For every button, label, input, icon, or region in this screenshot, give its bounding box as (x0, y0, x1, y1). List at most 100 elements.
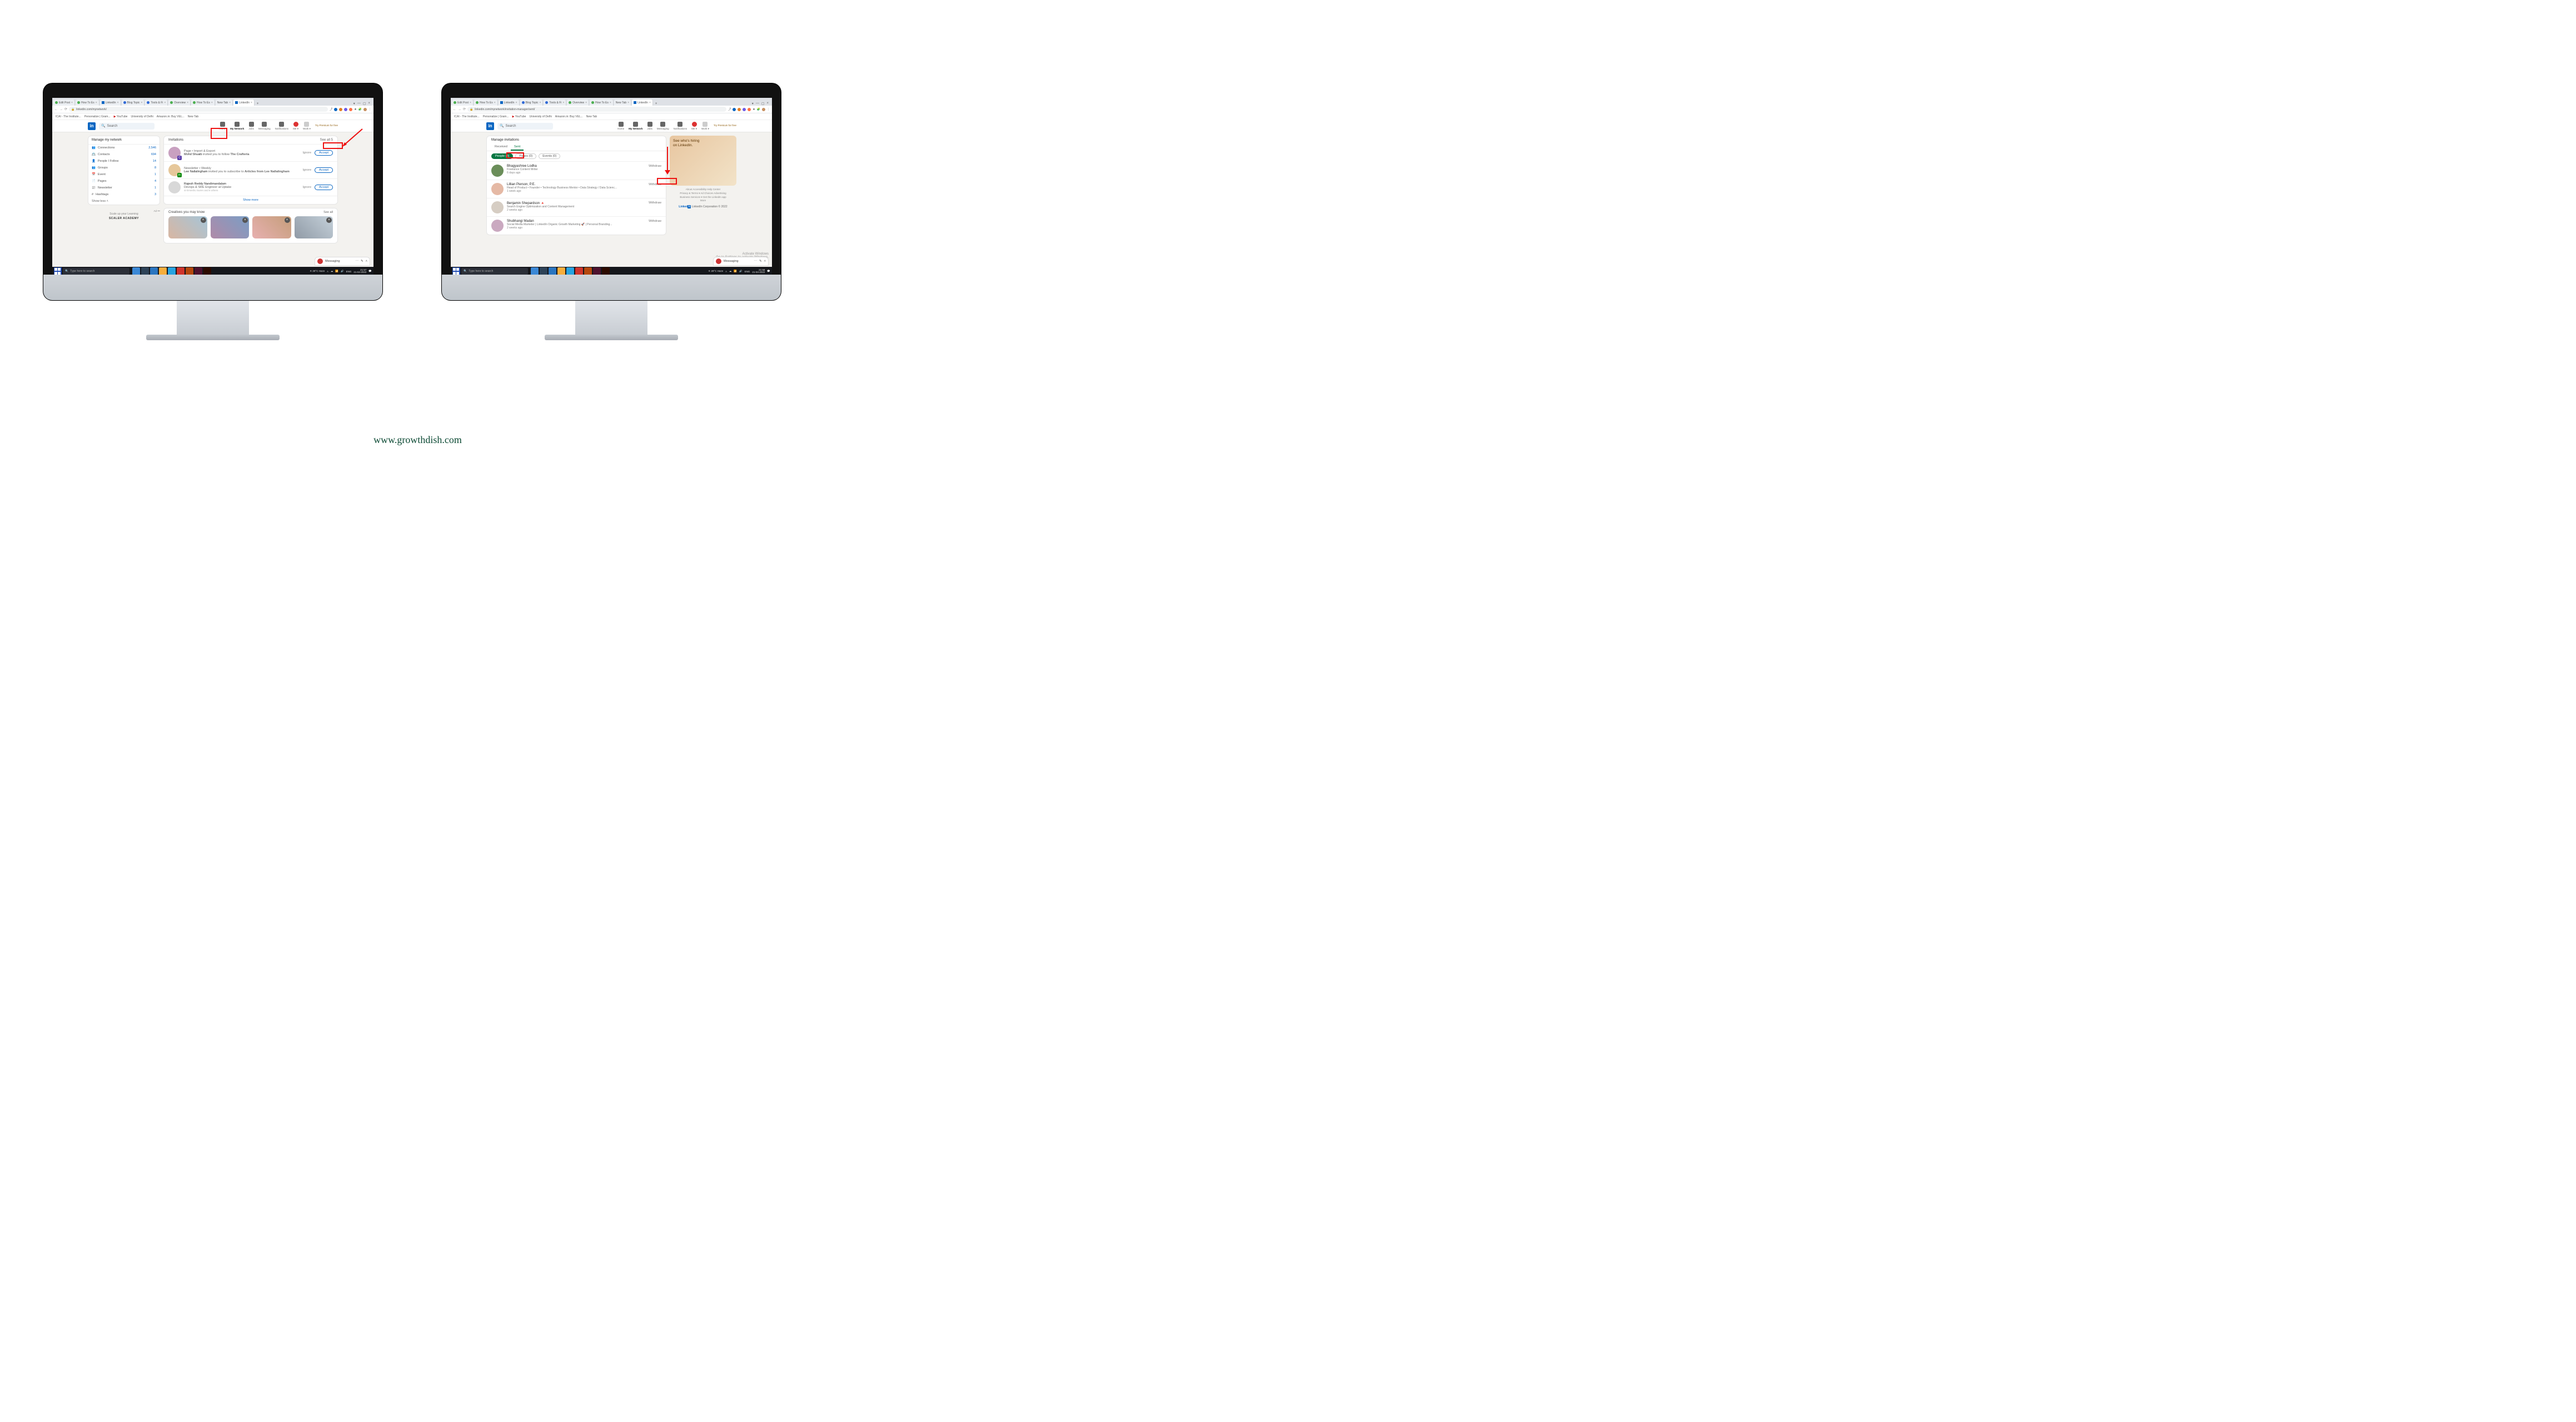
bookmark-item[interactable]: University of Delhi (131, 115, 153, 118)
filter-events[interactable]: Events (0) (539, 153, 560, 159)
task-icon[interactable] (540, 267, 547, 275)
task-icon[interactable] (549, 267, 556, 275)
dismiss-icon[interactable]: × (285, 217, 290, 223)
tab-item[interactable]: Overview× (567, 100, 589, 106)
extension-icon[interactable] (344, 108, 347, 111)
tab-item[interactable]: LinkedIn× (100, 100, 121, 106)
ignore-button[interactable]: Ignore (303, 151, 312, 155)
menu-icon[interactable]: ⋮ (368, 108, 371, 111)
tab-item[interactable]: Blog Topic× (122, 100, 145, 106)
maximize-icon[interactable]: ▢ (363, 102, 366, 106)
tab-received[interactable]: Received (491, 144, 511, 151)
tray-icon[interactable]: ☁ (729, 270, 732, 273)
bookmark-item[interactable]: ▶ YouTube (512, 115, 526, 118)
suggestion-tile[interactable]: × (168, 216, 207, 238)
premium-link[interactable]: Try Premium for free (315, 125, 338, 127)
sidebar-item-pages[interactable]: 📄Pages4 (88, 178, 160, 185)
star-icon[interactable]: ★ (753, 108, 755, 111)
tab-item[interactable]: Edit Post× (452, 100, 474, 106)
suggestion-tile[interactable]: × (211, 216, 250, 238)
extension-icon[interactable] (733, 108, 736, 111)
nav-jobs[interactable]: Jobs (248, 122, 254, 130)
star-icon[interactable]: ★ (354, 108, 356, 111)
weather-widget[interactable]: ☀ 29°C Haze (310, 270, 325, 273)
task-icon[interactable] (159, 267, 167, 275)
back-icon[interactable]: ← (453, 108, 456, 111)
task-icon[interactable] (584, 267, 592, 275)
maximize-icon[interactable]: ▢ (761, 102, 765, 106)
nav-jobs[interactable]: Jobs (647, 122, 652, 130)
bookmark-item[interactable]: University of Delhi (529, 115, 551, 118)
extension-icon[interactable] (748, 108, 751, 111)
reload-icon[interactable]: ⟳ (463, 107, 466, 111)
show-more-button[interactable]: Show more (164, 196, 337, 204)
forward-icon[interactable]: → (59, 108, 63, 111)
tray-icon[interactable]: ˄ (327, 270, 328, 273)
task-icon[interactable] (557, 267, 565, 275)
start-button[interactable] (54, 267, 62, 275)
extension-icon[interactable] (738, 108, 741, 111)
suggestion-tile[interactable]: × (295, 216, 333, 238)
sidebar-item-groups[interactable]: 👥Groups8 (88, 165, 160, 171)
suggestion-tile[interactable]: × (252, 216, 291, 238)
tray-icon[interactable]: ☁ (331, 270, 333, 273)
tab-item[interactable]: How To Es× (474, 100, 498, 106)
task-icon[interactable] (575, 267, 583, 275)
bookmark-item[interactable]: New Tab (188, 115, 198, 118)
chevron-down-icon[interactable]: ▾ (353, 102, 355, 106)
task-icon[interactable] (602, 267, 610, 275)
task-icon[interactable] (177, 267, 185, 275)
tab-item[interactable]: New Tab× (216, 100, 233, 106)
bookmark-item[interactable]: ICAI - The Institute... (454, 115, 480, 118)
tray-icon[interactable]: ˄ (725, 270, 727, 273)
profile-avatar[interactable] (363, 108, 367, 111)
bookmark-item[interactable]: Amazon.in: Buy VEL... (555, 115, 583, 118)
filter-pages[interactable]: Pages (0) (515, 153, 536, 159)
task-icon[interactable] (531, 267, 539, 275)
windows-search[interactable]: 🔍 Type here to search (461, 268, 528, 275)
nav-work[interactable]: Work ▾ (303, 122, 311, 131)
share-icon[interactable]: ⤴ (728, 107, 731, 111)
see-all-link[interactable]: See all 5 (320, 138, 333, 142)
chevron-up-icon[interactable]: ˄ (366, 260, 367, 263)
extension-icon[interactable] (349, 108, 352, 111)
tab-item[interactable]: How To Es× (191, 100, 215, 106)
search-input[interactable]: 🔍 Search (99, 123, 155, 130)
chevron-down-icon[interactable]: ▾ (752, 102, 754, 106)
task-icon[interactable] (186, 267, 193, 275)
new-tab-button[interactable]: + (654, 102, 659, 106)
tab-item[interactable]: LinkedIn× (499, 100, 520, 106)
tray-clock[interactable]: 21:58 21-04-2022 (752, 269, 765, 274)
creatives-see-all[interactable]: See all (323, 211, 333, 214)
new-tab-button[interactable]: + (255, 102, 261, 106)
reload-icon[interactable]: ⟳ (64, 107, 67, 111)
task-icon[interactable] (593, 267, 601, 275)
extension-icon[interactable] (339, 108, 342, 111)
premium-link[interactable]: Try Premium for free (714, 125, 736, 127)
sidebar-item-contacts[interactable]: 📇Contacts694 (88, 151, 160, 158)
notifications-icon[interactable]: 💬 (368, 270, 372, 273)
minimize-icon[interactable]: — (756, 102, 759, 106)
nav-messaging[interactable]: Messaging (657, 122, 669, 130)
forward-icon[interactable]: → (458, 108, 461, 111)
windows-search[interactable]: 🔍 Type here to search (63, 268, 129, 275)
sidebar-item-connections[interactable]: 👥Connections2,546 (88, 145, 160, 151)
compose-icon[interactable]: ✎ (361, 260, 363, 263)
url-input[interactable]: 🔒linkedin.com/mynetwork/ (69, 107, 328, 112)
tray-lang[interactable]: ENG (346, 270, 352, 273)
bookmark-item[interactable]: ICAI - The Institute... (56, 115, 81, 118)
ignore-button[interactable]: Ignore (303, 186, 312, 189)
puzzle-icon[interactable]: 🧩 (358, 108, 362, 111)
linkedin-logo[interactable]: in (486, 122, 494, 130)
tab-item[interactable]: Overview× (168, 100, 191, 106)
task-icon[interactable] (203, 267, 211, 275)
minimize-icon[interactable]: — (357, 102, 361, 106)
weather-widget[interactable]: ☀ 29°C Haze (708, 270, 723, 273)
nav-notifications[interactable]: Notifications (674, 122, 687, 130)
task-icon[interactable] (150, 267, 158, 275)
tab-item[interactable]: Blog Topic× (520, 100, 544, 106)
messaging-dock[interactable]: Messaging ⋯ ✎ ˄ (713, 257, 769, 266)
tab-item[interactable]: Tools & Fi× (145, 100, 168, 106)
accept-button[interactable]: Accept (315, 185, 333, 190)
dismiss-icon[interactable]: × (242, 217, 248, 223)
